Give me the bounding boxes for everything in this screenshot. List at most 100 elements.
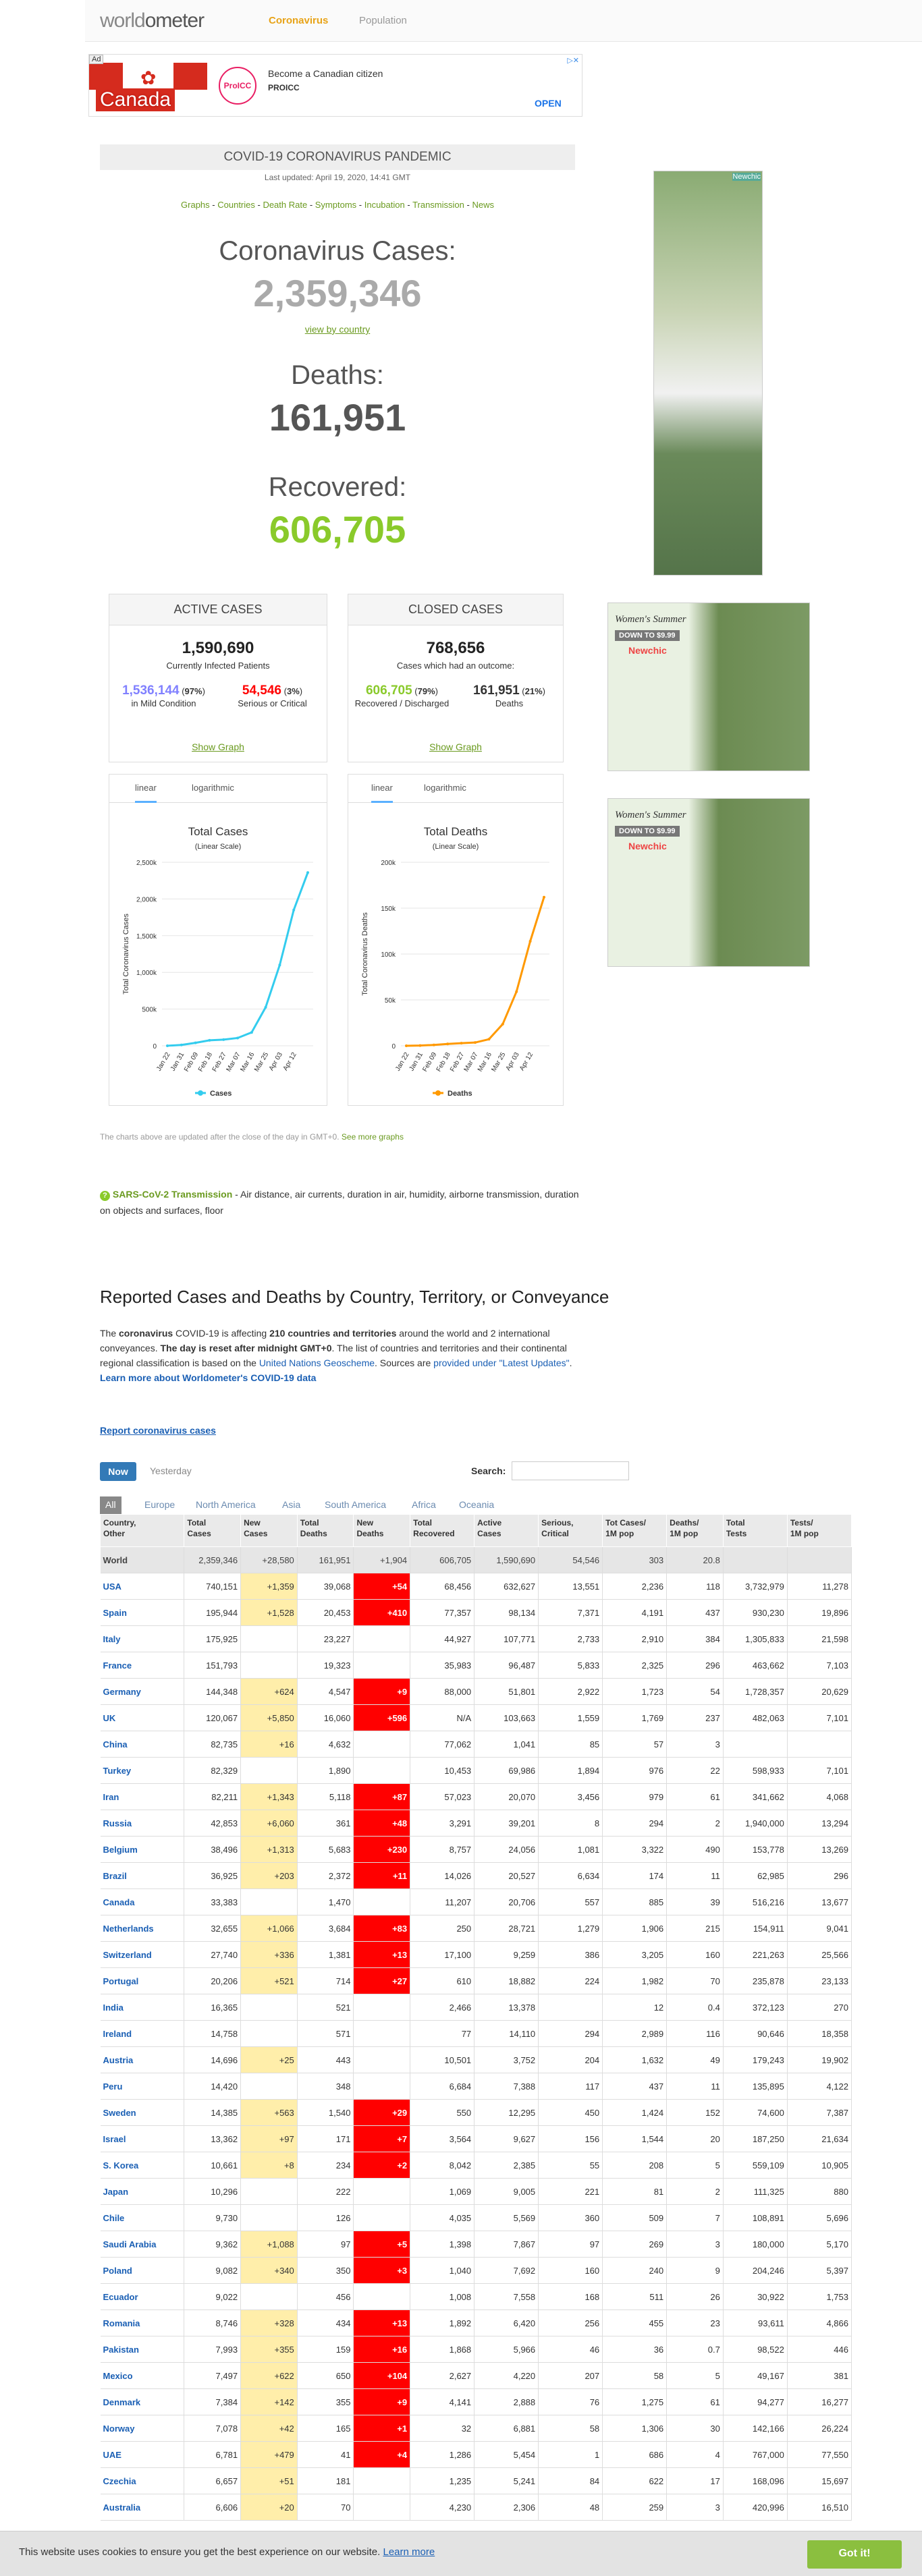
ad-close-icon[interactable]: ▷✕ bbox=[567, 56, 579, 65]
country-link[interactable]: Israel bbox=[103, 2134, 126, 2144]
learn-more-link[interactable]: Learn more about Worldometer's COVID-19 … bbox=[100, 1372, 316, 1383]
country-link[interactable]: France bbox=[103, 1660, 132, 1671]
link-symptoms[interactable]: Symptoms bbox=[315, 200, 356, 210]
country-name[interactable]: Russia bbox=[100, 1810, 185, 1837]
country-link[interactable]: Russia bbox=[103, 1818, 132, 1828]
nav-tab-coronavirus[interactable]: Coronavirus bbox=[269, 15, 328, 26]
side-ad-shirt-image[interactable]: Women's Summer DOWN TO $9.99 Newchic bbox=[607, 603, 810, 771]
tab-linear[interactable]: linear bbox=[135, 783, 157, 803]
side-ad-dress-image[interactable]: Newchic bbox=[653, 171, 763, 576]
country-name[interactable]: France bbox=[100, 1652, 185, 1679]
country-link[interactable]: China bbox=[103, 1739, 128, 1749]
column-header[interactable]: Total Cases bbox=[184, 1514, 242, 1547]
column-header[interactable]: Deaths/ 1M pop bbox=[666, 1514, 724, 1547]
country-name[interactable]: Ireland bbox=[100, 2020, 185, 2047]
country-link[interactable]: Saudi Arabia bbox=[103, 2239, 157, 2249]
country-link[interactable]: Ecuador bbox=[103, 2292, 138, 2302]
country-name[interactable]: Iran bbox=[100, 1783, 185, 1810]
link-graphs[interactable]: Graphs bbox=[181, 200, 210, 210]
view-by-country-link[interactable]: view by country bbox=[100, 324, 575, 335]
ad-title[interactable]: Become a Canadian citizen bbox=[268, 68, 383, 79]
country-link[interactable]: Denmark bbox=[103, 2397, 141, 2407]
column-header[interactable]: New Deaths bbox=[353, 1514, 411, 1547]
column-header[interactable]: New Cases bbox=[240, 1514, 298, 1547]
region-tab-asia[interactable]: Asia bbox=[282, 1499, 300, 1510]
country-name[interactable]: Ecuador bbox=[100, 2283, 185, 2310]
column-header[interactable]: Active Cases bbox=[474, 1514, 539, 1547]
country-name[interactable]: Netherlands bbox=[100, 1915, 185, 1942]
country-link[interactable]: Sweden bbox=[103, 2108, 136, 2118]
country-name[interactable]: Chile bbox=[100, 2204, 185, 2231]
cookie-accept-button[interactable]: Got it! bbox=[807, 2540, 902, 2569]
link-death-rate[interactable]: Death Rate bbox=[263, 200, 307, 210]
country-name[interactable]: Peru bbox=[100, 2073, 185, 2100]
country-name[interactable]: Portugal bbox=[100, 1967, 185, 1994]
country-name[interactable]: Spain bbox=[100, 1599, 185, 1626]
column-header[interactable]: Total Tests bbox=[722, 1514, 788, 1547]
report-cases-link[interactable]: Report coronavirus cases bbox=[100, 1425, 216, 1436]
country-link[interactable]: Turkey bbox=[103, 1766, 132, 1776]
country-link[interactable]: UAE bbox=[103, 2450, 121, 2460]
country-name[interactable]: China bbox=[100, 1731, 185, 1758]
country-name[interactable]: Germany bbox=[100, 1678, 185, 1705]
see-more-graphs-link[interactable]: See more graphs bbox=[342, 1132, 404, 1142]
country-name[interactable]: Turkey bbox=[100, 1757, 185, 1784]
tab-logarithmic[interactable]: logarithmic bbox=[424, 783, 466, 793]
country-link[interactable]: Canada bbox=[103, 1897, 135, 1907]
closed-show-graph-link[interactable]: Show Graph bbox=[348, 741, 563, 752]
country-name[interactable]: Brazil bbox=[100, 1862, 185, 1889]
region-tab-oceania[interactable]: Oceania bbox=[459, 1499, 494, 1510]
column-header[interactable]: Serious, Critical bbox=[538, 1514, 603, 1547]
country-name[interactable]: India bbox=[100, 1994, 185, 2021]
now-button[interactable]: Now bbox=[100, 1462, 136, 1481]
banner-ad[interactable]: ✿ Canada Ad ProICC Become a Canadian cit… bbox=[88, 54, 582, 117]
country-name[interactable]: Japan bbox=[100, 2178, 185, 2205]
country-name[interactable]: Pakistan bbox=[100, 2336, 185, 2363]
region-tab-north-america[interactable]: North America bbox=[196, 1499, 256, 1510]
column-header[interactable]: Total Deaths bbox=[296, 1514, 354, 1547]
country-name[interactable]: Australia bbox=[100, 2494, 185, 2521]
country-link[interactable]: S. Korea bbox=[103, 2160, 139, 2171]
tab-linear[interactable]: linear bbox=[371, 783, 393, 803]
link-news[interactable]: News bbox=[472, 200, 494, 210]
country-link[interactable]: Portugal bbox=[103, 1976, 139, 1986]
country-name[interactable]: Denmark bbox=[100, 2388, 185, 2415]
country-link[interactable]: Romania bbox=[103, 2318, 140, 2328]
country-name[interactable]: Czechia bbox=[100, 2467, 185, 2494]
region-tab-africa[interactable]: Africa bbox=[412, 1499, 436, 1510]
country-name[interactable]: Sweden bbox=[100, 2099, 185, 2126]
column-header[interactable]: Tot Cases/ 1M pop bbox=[602, 1514, 668, 1547]
country-link[interactable]: Japan bbox=[103, 2187, 129, 2197]
country-link[interactable]: Norway bbox=[103, 2424, 135, 2434]
country-link[interactable]: Belgium bbox=[103, 1845, 138, 1855]
country-name[interactable]: UAE bbox=[100, 2441, 185, 2468]
country-name[interactable]: Norway bbox=[100, 2415, 185, 2442]
region-tab-all[interactable]: All bbox=[100, 1496, 121, 1514]
country-link[interactable]: Spain bbox=[103, 1608, 127, 1618]
country-name[interactable]: Belgium bbox=[100, 1836, 185, 1863]
country-name[interactable]: USA bbox=[100, 1573, 185, 1600]
tab-logarithmic[interactable]: logarithmic bbox=[192, 783, 234, 793]
country-name[interactable]: S. Korea bbox=[100, 2152, 185, 2179]
side-ad-shirt-image-2[interactable]: Women's Summer DOWN TO $9.99 Newchic bbox=[607, 798, 810, 967]
country-name[interactable]: Romania bbox=[100, 2309, 185, 2336]
worldometer-logo[interactable]: worldometer bbox=[100, 9, 205, 32]
transmission-link[interactable]: SARS-CoV-2 Transmission bbox=[113, 1189, 232, 1200]
country-name[interactable]: Switzerland bbox=[100, 1941, 185, 1968]
column-header[interactable]: Tests/ 1M pop bbox=[786, 1514, 852, 1547]
cookie-learn-more-link[interactable]: Learn more bbox=[383, 2546, 435, 2558]
active-show-graph-link[interactable]: Show Graph bbox=[109, 741, 327, 752]
country-link[interactable]: Czechia bbox=[103, 2476, 136, 2486]
link-transmission[interactable]: Transmission bbox=[412, 200, 464, 210]
country-link[interactable]: Iran bbox=[103, 1792, 119, 1802]
region-tab-europe[interactable]: Europe bbox=[144, 1499, 175, 1510]
nav-tab-population[interactable]: Population bbox=[359, 15, 407, 26]
link-incubation[interactable]: Incubation bbox=[364, 200, 405, 210]
latest-updates-link[interactable]: provided under "Latest Updates" bbox=[433, 1357, 569, 1368]
country-link[interactable]: Pakistan bbox=[103, 2345, 139, 2355]
country-name[interactable]: Canada bbox=[100, 1888, 185, 1915]
country-link[interactable]: Austria bbox=[103, 2055, 134, 2065]
ad-open-button[interactable]: OPEN bbox=[535, 98, 562, 109]
link-countries[interactable]: Countries bbox=[217, 200, 255, 210]
country-link[interactable]: Switzerland bbox=[103, 1950, 152, 1960]
